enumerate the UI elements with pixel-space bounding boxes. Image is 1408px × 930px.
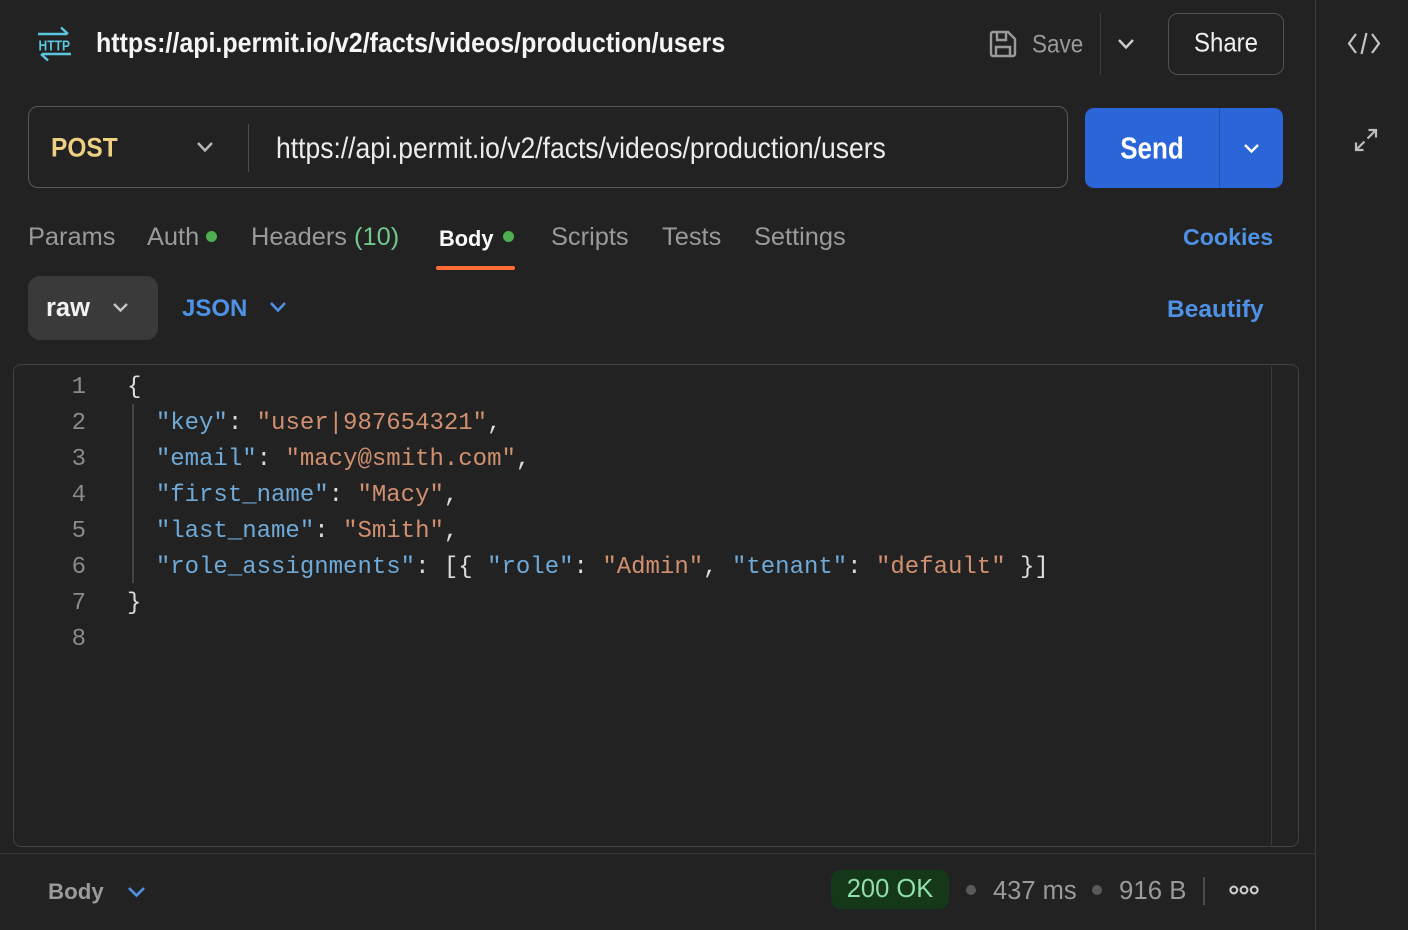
svg-text:HTTP: HTTP <box>39 38 71 54</box>
